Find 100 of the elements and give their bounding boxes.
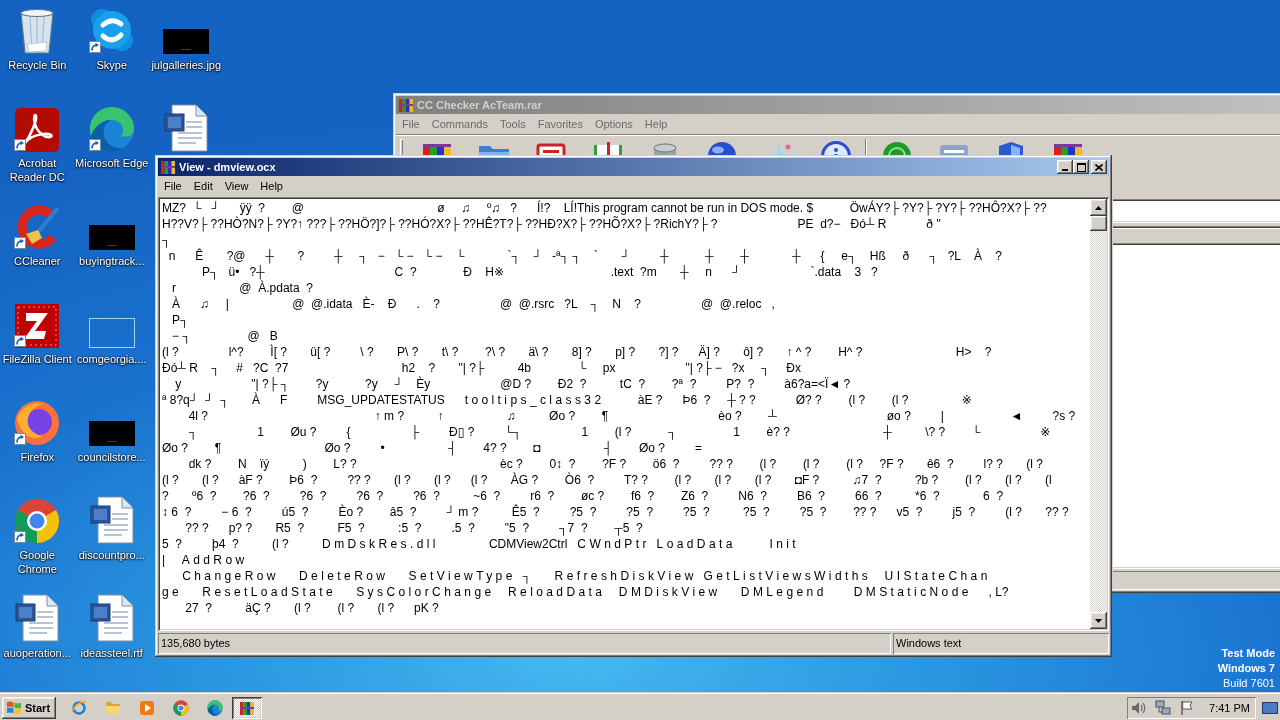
minimize-icon: [1062, 168, 1068, 171]
text-line: r @ À.pdata ?: [171, 280, 313, 296]
icon-label[interactable]: Firefox: [20, 450, 55, 464]
text-line: À ♫ | @ @.idata È- Ð . ? @ @.rsrc ?L ┐ N ? @ @.reloc ,: [171, 296, 775, 312]
up-arrow-icon: [1095, 205, 1102, 210]
title-bar[interactable]: View - dmview.ocx: [158, 158, 1109, 176]
document-icon[interactable]: [164, 104, 209, 152]
icon-label[interactable]: Skype: [96, 58, 128, 72]
text-line: | AddRow: [162, 552, 248, 568]
icon-label[interactable]: ideassteel.rtf: [80, 646, 143, 660]
text-line: Øo ? ¶ Øo ? • ┤ 4? ? ◘ ┤ Øo ? =: [162, 440, 703, 456]
blank-thumbnail-icon[interactable]: [88, 318, 135, 348]
menu-item[interactable]: File: [396, 116, 426, 133]
text-line: ?? ? p? ? R5 ? F5 ? :5 ? .5 ? "5 ? ┐7 ? ┬5 ?: [184, 520, 643, 536]
menu-item[interactable]: Tools: [494, 116, 532, 133]
window-title: View - dmview.ocx: [179, 161, 276, 173]
play-icon[interactable]: [139, 699, 155, 716]
scroll-down-button[interactable]: [1090, 612, 1107, 629]
books-icon: [398, 97, 414, 113]
text-line: P┐: [171, 312, 189, 328]
text-line: ge ResetLoadState SysColorChange ReloadData DMDiskView DMLegend DMStaticNode , L?: [162, 584, 1009, 600]
text-line: y "| ?├ ┐ ?y ?y ┘ Èy @D ? Ð2 ? tC ? ?ª ? P? ? à6?a=<Ï◄ ?: [174, 376, 851, 392]
menu-item[interactable]: Help: [254, 178, 289, 195]
icon-label[interactable]: Recycle Bin: [8, 58, 67, 72]
icon-label[interactable]: FileZilla Client: [2, 352, 72, 366]
desktop-notice-text: Build 7601: [1223, 676, 1275, 691]
text-line: ┐ 1 Øu ? { ├ Ð▯ ? └┐ 1 (l ? ┐ 1 è? ? ┼ \? ? └ ※: [187, 424, 1051, 440]
info-icon[interactable]: [819, 140, 852, 155]
menu-item[interactable]: Favorites: [531, 116, 589, 133]
menu-item[interactable]: Edit: [187, 178, 219, 195]
document-icon[interactable]: [89, 594, 134, 642]
text-line: (l ? l^? Ì[ ? ü[ ? \ ? P\ ? t\ ? ?\ ? ä\ ? 8] ? p] ? ?] ? Ä] ? ô] ? ↑ ^ ? H^ ? H> ?: [162, 344, 992, 360]
text-line: MZ? └ ┘ ÿÿ ? @ ø ♫ º♫ ? Í!? LÍ!This program cannot be run in DOS mode. $ ÖwÁY?├ ?Y?├ ?Y?├ ??HÔ?X?├ ??: [162, 200, 1047, 216]
show-desktop-icon[interactable]: [1262, 701, 1278, 714]
icon-label[interactable]: comgeorgia....: [76, 352, 147, 366]
menu-item[interactable]: Commands: [425, 116, 494, 133]
text-line: H??V?├ ??HÒ?N?├ ?Y?↑ ???├ ??HÖ?]?├ ??HÓ?X?├ ??HÊ?T?├ ??HÐ?X?├ ??HÕ?X?├ ?RichY?├ ? PE d?− Ðó┴ R ð ": [162, 216, 941, 232]
document-icon[interactable]: [15, 594, 60, 642]
taskbar-button[interactable]: [232, 696, 262, 719]
text-line: 5 ? þ4 ? (l ? DmDskRes.dll CDMView2Ctrl CWndPtr LoadData Init: [162, 536, 800, 552]
status-panel: 135,680 bytes: [158, 633, 891, 654]
document-icon[interactable]: [89, 496, 134, 544]
icon-label[interactable]: auoperation...: [3, 646, 71, 660]
scrollbar-thumb[interactable]: [1090, 216, 1107, 231]
text-line: P┐ ü• ?┼ C ? Ð H※ .text ?m ┼ n ┘ `.data 3 ?: [201, 264, 878, 280]
wave-logo-icon[interactable]: [88, 106, 135, 152]
maximize-icon: [1076, 162, 1086, 172]
menu-item[interactable]: View: [218, 178, 255, 195]
text-line: (l ? (l ? àF ? Þ6 ? ?? ? (l ? (l ? (l ? ÀG ? Ò6 ? T? ? (l ? (l ? (l ? ◘F ? ♫7 ? ?b ? (l ? (l ? (l: [162, 472, 1052, 488]
desktop-notice-text: Test Mode: [1221, 646, 1275, 661]
minimize-button[interactable]: [1057, 160, 1073, 174]
menu-item[interactable]: File: [158, 178, 188, 195]
text-line: ChangeRow DeleteRow SetViewType ┐ RefreshDiskView GetListViewsWidths UIStateChan: [181, 568, 991, 584]
desktop-notice-text: Windows 7: [1217, 661, 1275, 676]
books-icon: [160, 159, 176, 175]
text-line: dk ? N ïý ) L? ? èc ? 0↕ ? ?F ? ö6 ? ?? ? (l ? (l ? (l ? ?F ? ê6 ? l? ? (l ?: [187, 456, 1043, 472]
browser-ring-icon[interactable]: [71, 699, 87, 716]
wheel-logo-icon[interactable]: [173, 699, 189, 716]
text-line: n Ê ?@ ┼ ? ┼ ┐ − └ − └ − └ `┐ ┘ -ª┐ ┐ ` ┘ ┼ ┼ ┼ ┼ { e┐ Hß ð ┐ ?L À ?: [167, 248, 1002, 264]
books-icon: [239, 699, 255, 716]
image-thumbnail-icon[interactable]: [88, 225, 135, 250]
fox-globe-icon[interactable]: [14, 400, 61, 446]
text-line: 27 ? äÇ ? (l ? (l ? (l ? pK ?: [184, 600, 439, 616]
menu-item[interactable]: Options: [588, 116, 639, 133]
text-line: − ┐ @ B: [171, 328, 278, 344]
menu-item[interactable]: Help: [638, 116, 674, 133]
text-line: ↕ 6 ? − 6 ? ú5 ? Èo ? â5 ? ┘ m ? Ê5 ? ?5 ? ?5 ? ?5 ? ?5 ? ?5 ? ?? ? v5 ? j5 ? (l ? ?? ?: [162, 504, 1069, 520]
status-panel: Windows text: [893, 633, 1109, 654]
image-thumbnail-icon[interactable]: [163, 29, 210, 54]
icon-label[interactable]: julgalleries.jpg: [151, 58, 222, 72]
address-field[interactable]: [1113, 199, 1280, 223]
close-icon: [1095, 163, 1103, 171]
maximize-button[interactable]: [1073, 160, 1089, 174]
text-line: ? º6 ? ?6 ? ?6 ? ?6 ? ?6 ? ~6 ? r6 ? øc ? f6 ? Z6 ? N6 ? B6 ? 66 ? *6 ? 6 ?: [162, 488, 1004, 504]
image-thumbnail-icon[interactable]: [88, 421, 135, 446]
icon-label[interactable]: councilstore...: [77, 450, 146, 464]
icon-label[interactable]: discountpro...: [78, 548, 145, 562]
pdf-reader-icon[interactable]: [15, 108, 60, 152]
text-line: 4l ? ↑ m ? ↑ ♫ Øo ? ¶ èo ? ┴ øo ? | ◄ ?s ?: [187, 408, 1076, 424]
icon-label[interactable]: Microsoft Edge: [75, 156, 149, 170]
window-title: CC Checker AcTeam.rar: [417, 99, 542, 111]
scroll-up-button[interactable]: [1090, 199, 1107, 216]
text-line: ┐: [162, 232, 171, 248]
ftp-client-icon[interactable]: [15, 304, 60, 348]
icon-label[interactable]: Acrobat Reader DC: [0, 156, 75, 184]
network-icon[interactable]: [1155, 699, 1172, 716]
flag-icon[interactable]: [1179, 699, 1196, 716]
start-logo-icon: [6, 699, 22, 716]
down-arrow-icon: [1095, 618, 1102, 623]
icon-label[interactable]: buyingtrack...: [79, 254, 145, 268]
text-line: ª 8?q┘ ┘ ┐ À F MSG_UPDATESTATUS tooltips_class32 àE ? Þ6 ? ┼ ? ? Ø? ? (l ? (l ? ※: [162, 392, 972, 408]
wave-logo-icon[interactable]: [207, 699, 223, 716]
clock[interactable]: 7:41 PM: [1209, 701, 1250, 714]
close-button[interactable]: [1091, 160, 1107, 174]
icon-label[interactable]: Google Chrome: [0, 548, 75, 576]
text-line: Ðó┴ R ┐ # ?C ?7 h2 ? "| ?├ 4b └ px "| ?├ − ?x ┐ Ðx: [162, 360, 801, 376]
start-button[interactable]: Start: [2, 696, 56, 719]
recycle-bin-icon[interactable]: [19, 8, 56, 54]
wheel-logo-icon[interactable]: [14, 498, 61, 544]
icon-label[interactable]: CCleaner: [14, 254, 61, 268]
